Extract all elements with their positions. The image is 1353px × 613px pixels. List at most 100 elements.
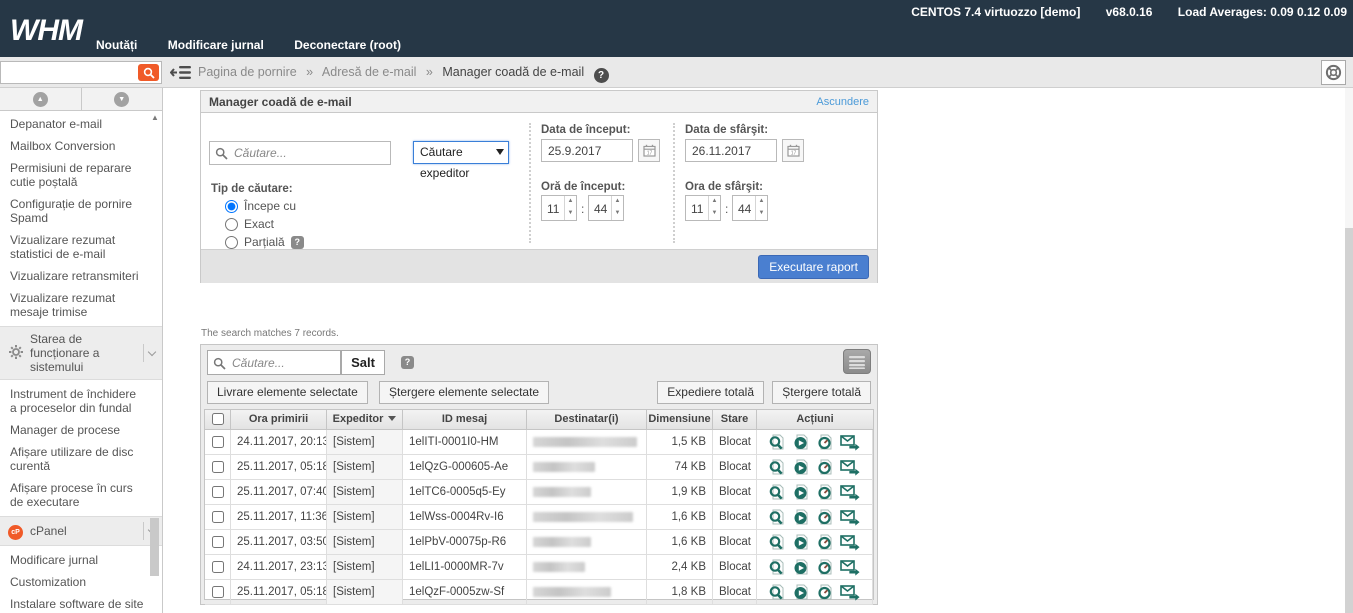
unfreeze-message-icon[interactable] (816, 459, 834, 476)
date-start-calendar-button[interactable]: 17 (638, 139, 660, 162)
row-checkbox[interactable] (212, 561, 224, 573)
deliver-message-icon[interactable] (792, 534, 810, 551)
step-down[interactable]: ▼ (756, 208, 767, 220)
info-icon[interactable]: ? (291, 236, 304, 249)
unfreeze-message-icon[interactable] (816, 584, 834, 601)
sidebar-item[interactable]: Mailbox Conversion (0, 135, 163, 157)
time-end-minute-stepper[interactable]: 44 ▲▼ (732, 195, 768, 221)
unfreeze-message-icon[interactable] (816, 509, 834, 526)
search-scope-select[interactable]: Căutare expeditor (413, 141, 509, 164)
table-search-input[interactable] (232, 353, 336, 372)
time-start-hour-stepper[interactable]: 11 ▲▼ (541, 195, 577, 221)
scrollbar-up-arrow[interactable]: ▲ (150, 113, 160, 122)
deliver-message-icon[interactable] (792, 559, 810, 576)
unfreeze-message-icon[interactable] (816, 434, 834, 451)
sidebar-item[interactable]: Customization (0, 571, 163, 593)
date-start-input[interactable] (541, 139, 633, 162)
deliver-all-button[interactable]: Expediere totală (657, 381, 764, 404)
sidebar-item[interactable]: Modificare jurnal (0, 549, 163, 571)
view-message-icon[interactable] (768, 434, 786, 451)
list-view-toggle-button[interactable] (843, 349, 871, 374)
support-button[interactable] (1321, 60, 1346, 85)
step-down[interactable]: ▼ (709, 208, 720, 220)
row-checkbox[interactable] (212, 586, 224, 598)
deliver-message-icon[interactable] (792, 509, 810, 526)
breadcrumb-email[interactable]: Adresă de e-mail (322, 65, 417, 79)
sidebar-item[interactable]: Afișare utilizare de disc curentă (0, 441, 163, 477)
select-all-checkbox[interactable] (212, 413, 224, 425)
row-checkbox[interactable] (212, 536, 224, 548)
delete-selected-button[interactable]: Ștergere elemente selectate (379, 381, 549, 404)
delete-all-button[interactable]: Ștergere totală (772, 381, 871, 404)
date-end-calendar-button[interactable]: 17 (782, 139, 804, 162)
radio-exact[interactable]: Exact (225, 217, 274, 231)
unfreeze-message-icon[interactable] (816, 534, 834, 551)
force-delivery-icon[interactable] (840, 559, 861, 576)
step-up[interactable]: ▲ (709, 196, 720, 208)
sidebar-item[interactable]: Instrument de închidere a proceselor din… (0, 383, 163, 419)
force-delivery-icon[interactable] (840, 484, 861, 501)
collapse-sidebar-icon[interactable] (170, 65, 192, 85)
deliver-selected-button[interactable]: Livrare elemente selectate (207, 381, 368, 404)
sidebar-item[interactable]: Instalare software de site cPAddons (0, 593, 163, 613)
sidebar-item[interactable]: Afișare procese în curs de executare (0, 477, 163, 513)
row-checkbox[interactable] (212, 486, 224, 498)
view-message-icon[interactable] (768, 509, 786, 526)
sidebar-item[interactable]: Manager de procese (0, 419, 163, 441)
hide-link[interactable]: Ascundere (816, 96, 869, 108)
deliver-message-icon[interactable] (792, 459, 810, 476)
view-message-icon[interactable] (768, 534, 786, 551)
jump-button[interactable]: Salt (341, 350, 385, 375)
time-end-hour-stepper[interactable]: 11 ▲▼ (685, 195, 721, 221)
sidebar-item[interactable]: Depanator e-mail (0, 113, 163, 135)
radio-begins-with[interactable]: Începe cu (225, 199, 296, 213)
radio-partial[interactable]: Parțială ? (225, 235, 304, 249)
col-message-id[interactable]: ID mesaj (403, 410, 527, 430)
col-sender[interactable]: Expeditor (327, 410, 403, 430)
sidebar-item[interactable]: Vizualizare retransmiteri (0, 265, 163, 287)
row-checkbox[interactable] (212, 436, 224, 448)
col-size[interactable]: Dimensiune (647, 410, 713, 430)
page-scrollbar-thumb[interactable] (1345, 228, 1353, 613)
quick-search-button[interactable] (138, 64, 159, 81)
scroll-up-button[interactable]: ▲ (0, 88, 82, 110)
radio-input[interactable] (225, 200, 238, 213)
menu-item-logout[interactable]: Deconectare (root) (294, 38, 401, 52)
sidebar-section-system-health[interactable]: Starea de funcționare a sistemului (0, 326, 163, 380)
sidebar-item[interactable]: Vizualizare rezumat mesaje trimise (0, 287, 163, 323)
queue-search-input[interactable] (234, 144, 386, 162)
breadcrumb-home[interactable]: Pagina de pornire (198, 65, 297, 79)
step-down[interactable]: ▼ (612, 208, 623, 220)
view-message-icon[interactable] (768, 459, 786, 476)
whm-logo[interactable]: WHM (10, 14, 82, 48)
row-checkbox[interactable] (212, 461, 224, 473)
sidebar-item[interactable]: Permisiuni de reparare cutie poștală (0, 157, 163, 193)
col-received[interactable]: Ora primirii (231, 410, 327, 430)
col-recipients[interactable]: Destinatar(i) (527, 410, 647, 430)
radio-input[interactable] (225, 218, 238, 231)
force-delivery-icon[interactable] (840, 584, 861, 601)
force-delivery-icon[interactable] (840, 509, 861, 526)
info-icon[interactable]: ? (401, 356, 414, 369)
deliver-message-icon[interactable] (792, 434, 810, 451)
step-down[interactable]: ▼ (565, 208, 576, 220)
unfreeze-message-icon[interactable] (816, 484, 834, 501)
quick-search-input[interactable] (3, 63, 135, 82)
view-message-icon[interactable] (768, 584, 786, 601)
help-icon[interactable]: ? (594, 68, 609, 83)
view-message-icon[interactable] (768, 484, 786, 501)
col-status[interactable]: Stare (713, 410, 757, 430)
step-up[interactable]: ▲ (565, 196, 576, 208)
time-start-minute-stepper[interactable]: 44 ▲▼ (588, 195, 624, 221)
sidebar-item[interactable]: Configurație de pornire Spamd (0, 193, 163, 229)
menu-item-change-log[interactable]: Modificare jurnal (168, 38, 264, 52)
sidebar-scrollbar-thumb[interactable] (150, 518, 159, 576)
deliver-message-icon[interactable] (792, 484, 810, 501)
run-report-button[interactable]: Executare raport (758, 255, 869, 279)
row-checkbox[interactable] (212, 511, 224, 523)
force-delivery-icon[interactable] (840, 534, 861, 551)
sidebar-item[interactable]: Vizualizare rezumat statistici de e-mail (0, 229, 163, 265)
scroll-down-button[interactable]: ▼ (82, 88, 163, 110)
radio-input[interactable] (225, 236, 238, 249)
sidebar-section-cpanel[interactable]: cP cPanel (0, 516, 163, 546)
